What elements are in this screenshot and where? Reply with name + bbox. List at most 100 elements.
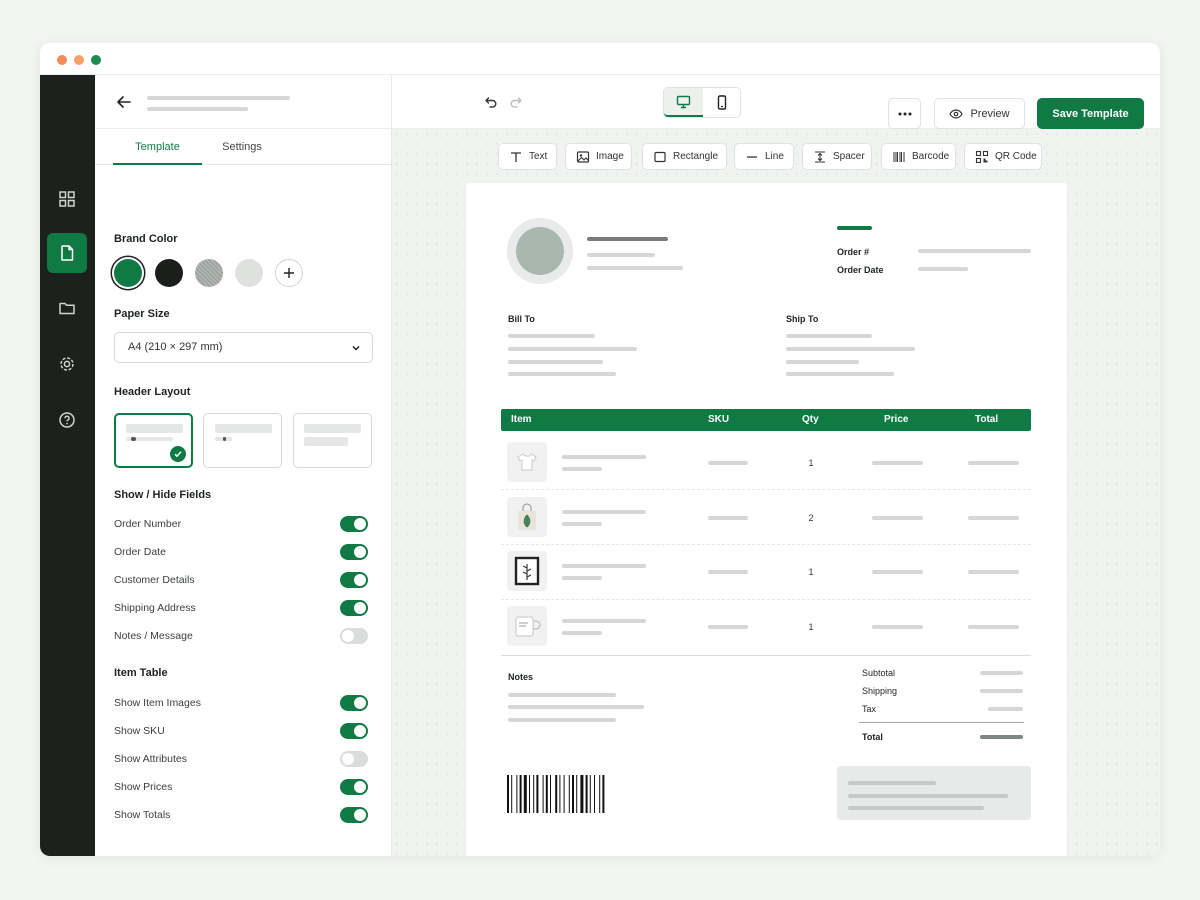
field-toggle[interactable] (340, 516, 368, 532)
template-name-placeholder (147, 96, 290, 100)
col-sku: SKU (708, 414, 730, 425)
image-icon (576, 150, 590, 163)
order-number-label: Order # (837, 247, 870, 257)
barcode-element[interactable] (507, 775, 627, 813)
grid-icon (59, 191, 75, 207)
design-canvas: Text Image Rectangle Line Spacer Barcode QR Co… (392, 129, 1160, 856)
total-label: Total (862, 732, 883, 742)
help-icon (59, 412, 75, 428)
nav-files[interactable] (47, 288, 87, 328)
tab-template[interactable]: Template (113, 129, 202, 165)
undo-icon (485, 97, 497, 108)
item-table-field-toggle[interactable] (340, 751, 368, 767)
barcode-bar (511, 775, 513, 813)
rectangle-icon (654, 151, 666, 162)
field-toggle[interactable] (340, 600, 368, 616)
barcode-bar (533, 775, 535, 813)
field-toggle[interactable] (340, 544, 368, 560)
paper-size-select[interactable]: A4 (210 × 297 mm) (114, 332, 373, 363)
item-table-field-toggle[interactable] (340, 807, 368, 823)
col-price: Price (884, 414, 909, 425)
tool-line[interactable]: Line (734, 143, 794, 170)
tab-settings[interactable]: Settings (202, 129, 282, 165)
mobile-view-button[interactable] (703, 88, 741, 117)
item-table-field-toggle[interactable] (340, 695, 368, 711)
nav-settings[interactable] (47, 344, 87, 384)
tool-barcode[interactable]: Barcode (881, 143, 956, 170)
ellipsis-icon (898, 112, 911, 115)
settings-panel: Template Settings Brand Color Paper Size… (95, 75, 392, 856)
brand-swatch[interactable] (114, 259, 142, 287)
tool-image[interactable]: Image (565, 143, 632, 170)
item-table-field-label: Show Prices (114, 781, 173, 793)
toggle-knob (354, 546, 366, 558)
barcode-bar (507, 775, 509, 813)
back-button[interactable] (115, 93, 133, 111)
subtotal-label: Subtotal (862, 668, 896, 678)
desktop-view-button[interactable] (664, 88, 703, 117)
item-table-field-toggle[interactable] (340, 779, 368, 795)
item-image (507, 497, 547, 537)
footer-message-box[interactable] (837, 766, 1031, 820)
item-table-field-label: Show SKU (114, 725, 165, 737)
tool-label: Spacer (833, 151, 865, 162)
more-options-button[interactable] (888, 98, 921, 129)
col-total: Total (975, 414, 999, 425)
header-layout-option-1[interactable] (114, 413, 193, 468)
header-layout-option-3[interactable] (293, 413, 372, 468)
gear-icon (60, 357, 74, 371)
phone-icon (717, 95, 727, 110)
window-minimize-button[interactable] (74, 55, 84, 65)
toggle-knob (354, 781, 366, 793)
nav-templates[interactable] (47, 233, 87, 273)
barcode-bar (599, 775, 601, 813)
field-label: Shipping Address (114, 602, 196, 614)
field-toggle[interactable] (340, 572, 368, 588)
add-color-button[interactable] (275, 259, 303, 287)
field-toggle[interactable] (340, 628, 368, 644)
window-close-button[interactable] (57, 55, 67, 65)
nav-dashboard[interactable] (47, 179, 87, 219)
redo-button[interactable] (509, 95, 523, 114)
panel-tabs: Template Settings (95, 129, 392, 165)
toggle-knob (354, 518, 366, 530)
toggle-knob (354, 725, 366, 737)
item-table-field-label: Show Attributes (114, 753, 187, 765)
document-icon (61, 245, 74, 261)
item-table-field-toggle[interactable] (340, 723, 368, 739)
barcode-bar (545, 775, 548, 813)
framed-print-icon (514, 556, 540, 586)
item-image (507, 606, 547, 646)
accent-line (837, 226, 872, 230)
nav-help[interactable] (47, 400, 87, 440)
brand-swatch[interactable] (155, 259, 183, 287)
paper-size-value: A4 (210 × 297 mm) (128, 341, 223, 353)
item-image (507, 551, 547, 591)
qr-code-icon (975, 150, 989, 163)
logo-placeholder[interactable] (507, 218, 573, 284)
header-layout-option-2[interactable] (203, 413, 282, 468)
save-template-button[interactable]: Save Template (1037, 98, 1144, 129)
barcode-bar (523, 775, 527, 813)
barcode-bar (594, 775, 595, 813)
field-label: Customer Details (114, 574, 195, 586)
text-icon (511, 151, 521, 162)
brand-swatch[interactable] (195, 259, 223, 287)
monitor-icon (676, 95, 691, 108)
preview-button[interactable]: Preview (934, 98, 1025, 129)
chevron-down-icon (352, 345, 360, 351)
undo-button[interactable] (484, 95, 498, 114)
tool-label: Text (529, 151, 548, 162)
tool-rectangle[interactable]: Rectangle (642, 143, 727, 170)
mug-icon (515, 616, 541, 637)
barcode-icon (893, 151, 905, 162)
barcode-bar (572, 775, 574, 813)
tool-qr-code[interactable]: QR Code (964, 143, 1042, 170)
window-maximize-button[interactable] (91, 55, 101, 65)
barcode-bar (555, 775, 558, 813)
tool-spacer[interactable]: Spacer (802, 143, 872, 170)
tool-text[interactable]: Text (498, 143, 557, 170)
brand-swatch[interactable] (235, 259, 263, 287)
field-label: Order Date (114, 546, 166, 558)
toggle-knob (354, 809, 366, 821)
